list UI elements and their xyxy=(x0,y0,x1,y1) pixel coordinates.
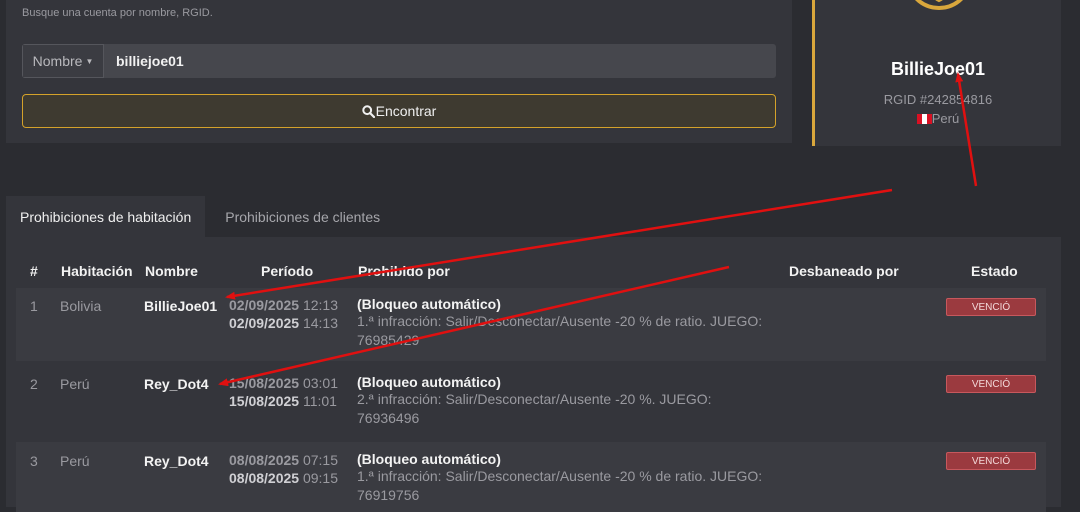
header-number: # xyxy=(30,263,38,279)
row-banned-by-title: (Bloqueo automático) xyxy=(357,451,501,467)
table-row: 3 Perú Rey_Dot4 08/08/2025 07:15 08/08/2… xyxy=(16,442,1046,512)
row-room: Perú xyxy=(60,453,90,469)
search-hint: Busque una cuenta por nombre, RGID. xyxy=(22,7,213,19)
header-banned-by: Prohibido por xyxy=(358,263,450,279)
row-period: 02/09/2025 12:13 02/09/2025 14:13 xyxy=(229,296,338,332)
row-number: 1 xyxy=(30,298,38,314)
profile-country-label: Perú xyxy=(931,111,960,126)
row-end-time: 11:01 xyxy=(302,393,337,409)
row-room: Perú xyxy=(60,376,90,392)
row-start-date: 02/09/2025 xyxy=(229,297,300,313)
row-end-time: 14:13 xyxy=(302,315,339,331)
tab-client-bans[interactable]: Prohibiciones de clientes xyxy=(205,196,394,237)
search-panel: Busque una cuenta por nombre, RGID. Nomb… xyxy=(6,0,792,143)
row-period: 08/08/2025 07:15 08/08/2025 09:15 xyxy=(229,451,338,487)
row-start-date: 08/08/2025 xyxy=(229,452,300,468)
row-end-date: 02/09/2025 xyxy=(229,315,300,331)
header-unbanned-by: Desbaneado por xyxy=(789,263,899,279)
row-number: 3 xyxy=(30,453,38,469)
row-reason: 2.ª infracción: Salir/Desconectar/Ausent… xyxy=(357,391,712,426)
row-banned-by: (Bloqueo automático) 1.ª infracción: Sal… xyxy=(357,451,777,505)
bans-table: # Habitación Nombre Período Prohibido po… xyxy=(6,237,1061,512)
search-icon xyxy=(361,104,375,118)
row-banned-by-title: (Bloqueo automático) xyxy=(357,296,501,312)
ban-tabs: Prohibiciones de habitación Prohibicione… xyxy=(6,196,394,237)
table-row: 2 Perú Rey_Dot4 15/08/2025 03:01 15/08/2… xyxy=(16,365,1046,435)
row-end-date: 08/08/2025 xyxy=(229,470,300,486)
caret-down-icon: ▼ xyxy=(85,56,94,66)
row-reason: 1.ª infracción: Salir/Desconectar/Ausent… xyxy=(357,468,763,503)
row-end-date: 15/08/2025 xyxy=(229,393,300,409)
table-row: 1 Bolivia BillieJoe01 02/09/2025 12:13 0… xyxy=(16,288,1046,361)
row-banned-by-title: (Bloqueo automático) xyxy=(357,374,501,390)
row-end-time: 09:15 xyxy=(302,470,339,486)
row-period: 15/08/2025 03:01 15/08/2025 11:01 xyxy=(229,374,338,410)
row-reason: 1.ª infracción: Salir/Desconectar/Ausent… xyxy=(357,313,763,348)
find-button[interactable]: Encontrar xyxy=(22,94,776,128)
status-badge: VENCIÓ xyxy=(946,298,1036,316)
avatar-icon xyxy=(914,0,964,10)
row-banned-by: (Bloqueo automático) 2.ª infracción: Sal… xyxy=(357,374,737,428)
row-start-time: 03:01 xyxy=(302,375,339,391)
header-period: Período xyxy=(261,263,314,279)
header-status: Estado xyxy=(971,263,1018,279)
row-number: 2 xyxy=(30,376,38,392)
profile-rgid: RGID #242854816 xyxy=(883,92,993,107)
search-type-dropdown[interactable]: Nombre ▼ xyxy=(22,44,104,78)
row-room: Bolivia xyxy=(60,298,102,314)
profile-name: BillieJoe01 xyxy=(890,59,986,79)
row-name[interactable]: Rey_Dot4 xyxy=(144,376,209,392)
header-name: Nombre xyxy=(145,263,198,279)
search-type-label: Nombre xyxy=(32,53,83,69)
row-start-time: 12:13 xyxy=(302,297,339,313)
row-start-time: 07:15 xyxy=(302,452,339,468)
peru-flag-icon xyxy=(916,114,932,124)
profile-card: BillieJoe01 RGID #242854816 Perú xyxy=(812,0,1061,146)
row-banned-by: (Bloqueo automático) 1.ª infracción: Sal… xyxy=(357,296,777,350)
profile-country: Perú xyxy=(815,111,1061,126)
find-button-label: Encontrar xyxy=(375,103,437,119)
row-start-date: 15/08/2025 xyxy=(229,375,300,391)
status-badge: VENCIÓ xyxy=(946,375,1036,393)
row-name[interactable]: Rey_Dot4 xyxy=(144,453,209,469)
header-room: Habitación xyxy=(61,263,133,279)
row-name[interactable]: BillieJoe01 xyxy=(144,298,217,314)
status-badge: VENCIÓ xyxy=(946,452,1036,470)
tab-room-bans[interactable]: Prohibiciones de habitación xyxy=(6,196,206,237)
search-input[interactable] xyxy=(104,44,776,78)
search-input-group: Nombre ▼ xyxy=(22,44,776,78)
